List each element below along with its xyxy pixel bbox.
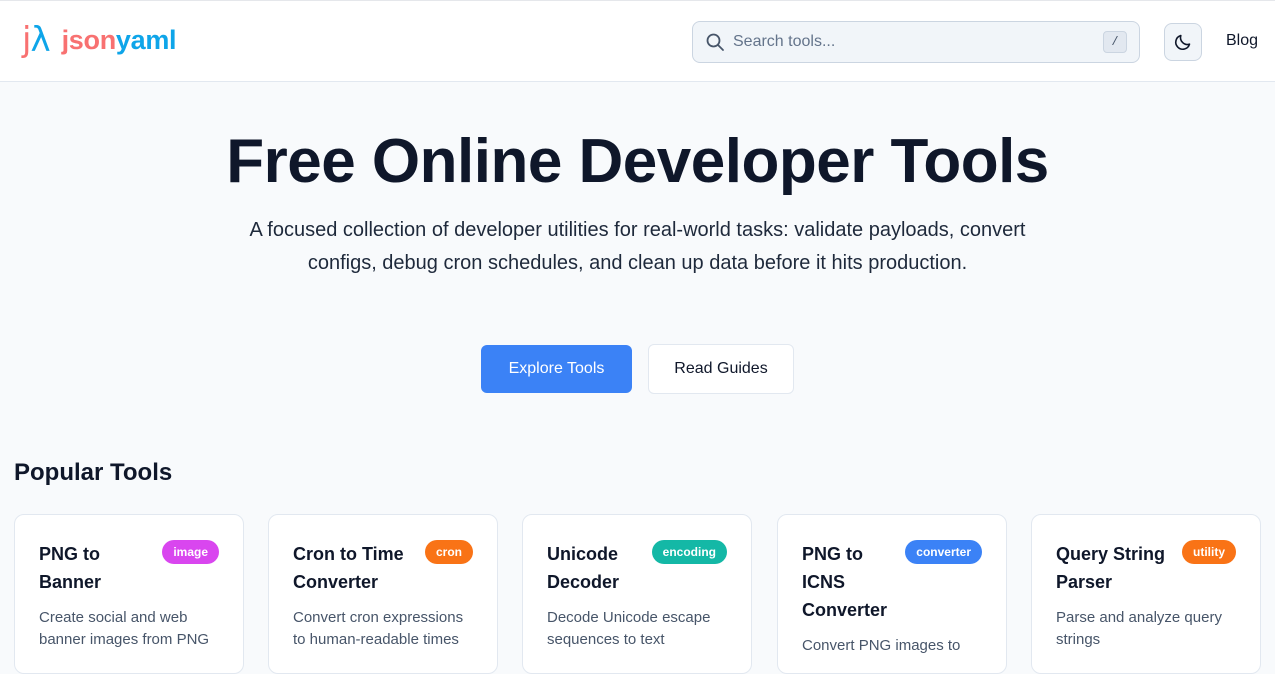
logo-wordmark: jsonyaml	[62, 25, 177, 56]
tool-card-description: Parse and analyze query strings	[1056, 609, 1222, 648]
tool-category-badge: utility	[1182, 540, 1236, 564]
tool-card-title: PNG to Banner	[39, 544, 102, 592]
tool-card-title: Cron to Time Converter	[293, 544, 404, 592]
tool-category-badge: image	[162, 540, 219, 564]
top-navigation-bar: jλ jsonyaml / Blog	[0, 0, 1275, 82]
tool-category-badge: cron	[424, 540, 473, 564]
read-guides-button[interactable]: Read Guides	[648, 344, 794, 394]
tool-card-description: Convert cron expressions to human-readab…	[293, 609, 464, 648]
tool-card-title: Unicode Decoder	[547, 544, 620, 592]
tool-card-png-to-banner[interactable]: PNG to Banner image Create social and we…	[14, 514, 244, 674]
tool-card-query-string-parser[interactable]: Query String Parser utility Parse and an…	[1031, 514, 1261, 674]
search-icon	[706, 33, 724, 51]
tool-card-unicode-decoder[interactable]: Unicode Decoder encoding Decode Unicode …	[522, 514, 752, 674]
logo-wordmark-yaml: yaml	[115, 24, 177, 55]
logo-mark: jλ	[22, 20, 51, 60]
explore-tools-button[interactable]: Explore Tools	[481, 345, 632, 393]
search-shortcut-key: /	[1103, 31, 1127, 53]
tool-card-cron-to-time-converter[interactable]: Cron to Time Converter cron Convert cron…	[268, 514, 498, 674]
site-logo[interactable]: jλ jsonyaml	[22, 20, 177, 60]
tool-card-png-to-icns-converter[interactable]: PNG to ICNS Converter converter Convert …	[777, 514, 1007, 674]
moon-icon	[1175, 34, 1191, 50]
tool-category-badge: encoding	[651, 540, 727, 564]
page-title: Free Online Developer Tools	[226, 127, 1049, 196]
logo-wordmark-json: json	[61, 24, 117, 55]
tool-card-title: PNG to ICNS Converter	[802, 544, 888, 620]
logo-mark-lambda: λ	[30, 20, 50, 60]
tool-card-title: Query String Parser	[1056, 544, 1166, 592]
nav-link-blog[interactable]: Blog	[1226, 32, 1258, 50]
tool-card-description: Decode Unicode escape sequences to text	[547, 609, 711, 648]
tool-card-description: Create social and web banner images from…	[39, 609, 210, 648]
search-box[interactable]: /	[692, 21, 1140, 63]
tool-category-badge: converter	[905, 540, 982, 564]
popular-tools-heading: Popular Tools	[14, 459, 173, 486]
hero-subtitle: A focused collection of developer utilit…	[249, 219, 1026, 274]
search-input[interactable]	[733, 22, 1083, 62]
theme-toggle-button[interactable]	[1164, 23, 1202, 61]
